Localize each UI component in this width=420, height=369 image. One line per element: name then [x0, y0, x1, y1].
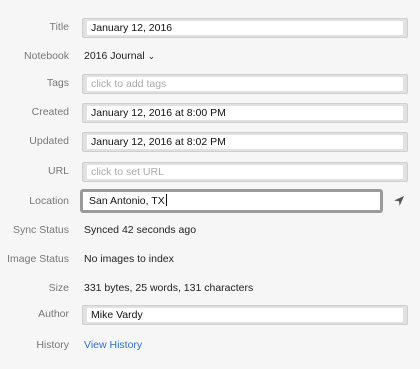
- tags-placeholder: click to add tags: [87, 77, 403, 91]
- location-input[interactable]: San Antonio, TX: [80, 189, 383, 213]
- url-placeholder: click to set URL: [87, 165, 403, 179]
- title-field[interactable]: January 12, 2016: [82, 18, 408, 38]
- url-field[interactable]: click to set URL: [82, 162, 408, 182]
- author-label: Author: [38, 308, 69, 320]
- created-row: Created January 12, 2016 at 8:00 PM: [0, 103, 420, 125]
- url-label: URL: [47, 165, 69, 177]
- title-label: Title: [49, 21, 69, 33]
- sync-status-label: Sync Status: [12, 224, 69, 236]
- notebook-value: 2016 Journal: [84, 50, 145, 62]
- text-caret: [165, 194, 167, 206]
- created-value: January 12, 2016 at 8:00 PM: [87, 106, 403, 120]
- location-arrow-icon[interactable]: [392, 194, 406, 208]
- sync-status-row: Sync Status Synced 42 seconds ago: [0, 221, 420, 243]
- history-label: History: [36, 339, 69, 351]
- sync-status-value: Synced 42 seconds ago: [84, 224, 197, 236]
- title-value: January 12, 2016: [87, 21, 403, 35]
- created-field[interactable]: January 12, 2016 at 8:00 PM: [82, 103, 408, 123]
- url-row: URL click to set URL: [0, 162, 420, 184]
- notebook-selector[interactable]: 2016 Journal ⌄: [84, 50, 155, 62]
- tags-field[interactable]: click to add tags: [82, 74, 408, 94]
- image-status-label: Image Status: [7, 253, 69, 265]
- image-status-value: No images to index: [84, 253, 174, 265]
- notebook-row: Notebook 2016 Journal ⌄: [0, 47, 420, 69]
- location-row: Location San Antonio, TX: [0, 189, 420, 214]
- tags-label: Tags: [46, 77, 69, 89]
- updated-row: Updated January 12, 2016 at 8:02 PM: [0, 132, 420, 154]
- author-field[interactable]: Mike Vardy: [82, 305, 408, 325]
- author-value: Mike Vardy: [87, 308, 403, 322]
- size-value: 331 bytes, 25 words, 131 characters: [84, 282, 254, 294]
- location-label: Location: [29, 195, 69, 207]
- updated-value: January 12, 2016 at 8:02 PM: [87, 135, 403, 149]
- location-value: San Antonio, TX: [89, 195, 165, 207]
- created-label: Created: [31, 106, 69, 118]
- view-history-link[interactable]: View History: [84, 339, 142, 351]
- chevron-down-icon: ⌄: [147, 51, 156, 61]
- notebook-label: Notebook: [24, 50, 69, 62]
- history-row: History View History: [0, 336, 420, 358]
- updated-field[interactable]: January 12, 2016 at 8:02 PM: [82, 132, 408, 152]
- size-label: Size: [48, 282, 69, 294]
- image-status-row: Image Status No images to index: [0, 250, 420, 272]
- updated-label: Updated: [29, 135, 69, 147]
- tags-row: Tags click to add tags: [0, 74, 420, 96]
- title-row: Title January 12, 2016: [0, 18, 420, 40]
- size-row: Size 331 bytes, 25 words, 131 characters: [0, 279, 420, 301]
- author-row: Author Mike Vardy: [0, 305, 420, 327]
